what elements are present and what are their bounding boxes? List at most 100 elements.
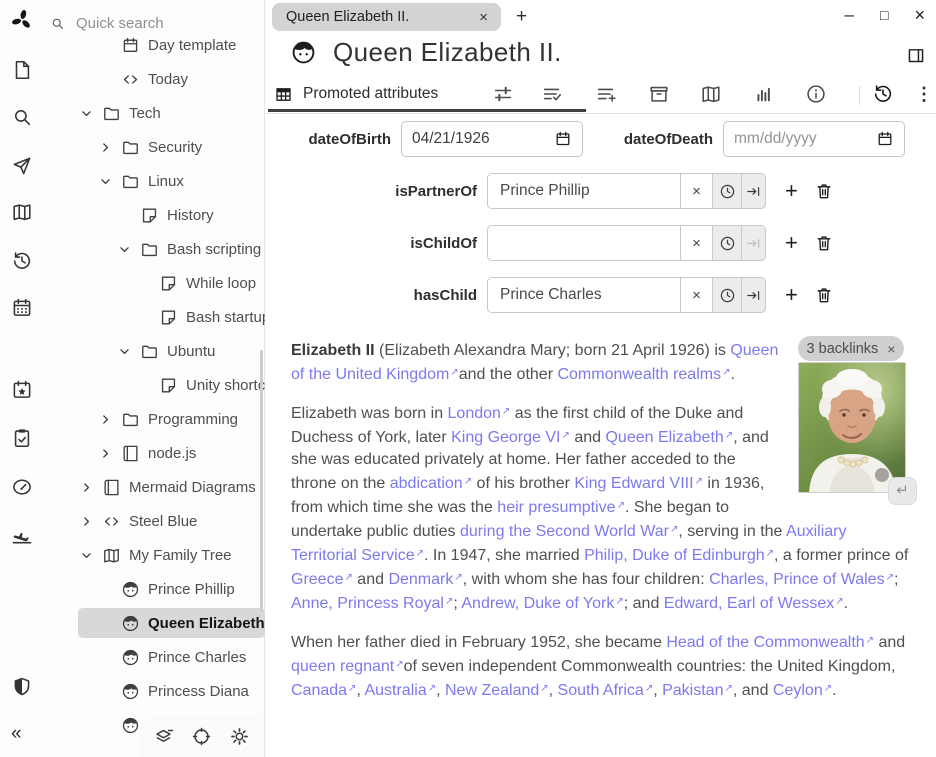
note-map-icon[interactable]	[11, 201, 33, 223]
note-link[interactable]: Andrew, Duke of York↗	[461, 595, 623, 612]
note-link[interactable]: King Edward VIII↗	[574, 475, 703, 492]
recent-notes-button[interactable]	[713, 277, 742, 313]
add-attribute-button[interactable]: +	[785, 285, 798, 305]
tree-item-mermaid-diagrams[interactable]: Mermaid Diagrams	[44, 470, 265, 504]
target-crosshair-icon[interactable]	[191, 726, 212, 747]
tree-item-princess-diana[interactable]: Princess Diana	[44, 674, 265, 708]
enter-button[interactable]: ↵	[888, 477, 917, 505]
clear-relation-button[interactable]: ×	[681, 277, 713, 313]
bookmarked-calendar-icon[interactable]	[11, 379, 33, 401]
note-link[interactable]: Canada↗	[291, 682, 356, 699]
tree-item-queen-elizabeth-ii[interactable]: Queen Elizabeth II.	[44, 606, 265, 640]
go-to-note-button[interactable]	[742, 277, 766, 313]
chevron-down-icon[interactable]	[98, 174, 121, 189]
owned-attributes-list-check-icon[interactable]	[541, 83, 563, 105]
note-link[interactable]: Charles, Prince of Wales↗	[709, 571, 894, 588]
more-menu-icon[interactable]: ⋮	[915, 83, 933, 105]
chevron-down-icon[interactable]	[117, 242, 140, 257]
tree-item-while-loop[interactable]: While loop	[44, 266, 265, 300]
chevron-right-icon[interactable]	[98, 446, 121, 461]
tab-queen-elizabeth[interactable]: Queen Elizabeth II. ×	[272, 3, 501, 31]
delete-attribute-button[interactable]	[814, 285, 834, 305]
note-link[interactable]: Head of the Commonwealth↗	[666, 634, 874, 651]
note-text[interactable]: 3 backlinks × ↵ Elizabeth II (Elizabeth …	[266, 322, 936, 757]
jump-to-icon[interactable]	[11, 155, 33, 177]
protected-session-icon[interactable]	[11, 676, 33, 698]
relation-target-input[interactable]: Prince Phillip	[487, 173, 681, 209]
window-minimize-button[interactable]: –	[845, 5, 854, 25]
note-link[interactable]: Denmark↗	[388, 571, 462, 588]
note-revisions-history-icon[interactable]	[872, 83, 894, 105]
tree-item-ubuntu[interactable]: Ubuntu	[44, 334, 265, 368]
note-link[interactable]: Queen Elizabeth↗	[605, 429, 733, 446]
calendar-icon[interactable]	[11, 297, 33, 319]
chevron-right-icon[interactable]	[98, 140, 121, 155]
date-of-death-input[interactable]: mm/dd/yyyy	[723, 121, 905, 157]
tree-item-unity-shortcuts[interactable]: Unity shortcuts	[44, 368, 265, 402]
note-link[interactable]: King George VI↗	[451, 429, 570, 446]
note-map-icon[interactable]	[700, 83, 722, 105]
tree-item-bash-startup[interactable]: Bash startup	[44, 300, 265, 334]
window-maximize-button[interactable]: □	[880, 5, 888, 25]
chevron-right-icon[interactable]	[79, 514, 102, 529]
window-close-button[interactable]: ×	[914, 5, 925, 25]
delete-attribute-button[interactable]	[814, 233, 834, 253]
dashboard-icon[interactable]	[11, 476, 33, 498]
search-icon[interactable]	[11, 106, 33, 128]
chevron-right-icon[interactable]	[79, 480, 102, 495]
calendar-icon[interactable]	[554, 130, 572, 148]
note-link[interactable]: queen regnant↗	[291, 658, 404, 675]
delete-attribute-button[interactable]	[814, 181, 834, 201]
layers-minus-icon[interactable]	[153, 726, 174, 747]
collapse-tree-icon[interactable]: «	[11, 724, 33, 746]
basic-properties-sliders-icon[interactable]	[492, 83, 514, 105]
clear-relation-button[interactable]: ×	[681, 225, 713, 261]
tree-item-steel-blue[interactable]: Steel Blue	[44, 504, 265, 538]
tree-scrollbar[interactable]	[260, 350, 263, 612]
clear-relation-button[interactable]: ×	[681, 173, 713, 209]
note-link[interactable]: Pakistan↗	[662, 682, 733, 699]
tree-item-tech[interactable]: Tech	[44, 96, 265, 130]
travel-plane-icon[interactable]	[11, 524, 33, 546]
tree-item-node-js[interactable]: node.js	[44, 436, 265, 470]
new-note-icon[interactable]	[11, 59, 33, 81]
backlinks-badge[interactable]: 3 backlinks ×	[798, 336, 904, 361]
go-to-note-button[interactable]	[742, 173, 766, 209]
settings-gear-icon[interactable]	[229, 726, 250, 747]
note-link[interactable]: South Africa↗	[558, 682, 654, 699]
backlinks-close-icon[interactable]: ×	[887, 338, 895, 360]
tab-promoted-attributes[interactable]: Promoted attributes	[268, 79, 586, 112]
tab-close-icon[interactable]: ×	[477, 9, 490, 26]
note-link[interactable]: Edward, Earl of Wessex↗	[664, 595, 844, 612]
split-view-icon[interactable]	[905, 45, 927, 66]
recent-changes-icon[interactable]	[11, 250, 33, 272]
tree-item-security[interactable]: Security	[44, 130, 265, 164]
note-size-chart-icon[interactable]	[752, 83, 774, 105]
note-link[interactable]: Greece↗	[291, 571, 353, 588]
add-attribute-button[interactable]: +	[785, 233, 798, 253]
note-link[interactable]: Commonwealth realms↗	[557, 366, 730, 383]
relation-target-input[interactable]	[487, 225, 681, 261]
tree-item-programming[interactable]: Programming	[44, 402, 265, 436]
inherited-attributes-list-plus-icon[interactable]	[595, 83, 617, 105]
note-link[interactable]: Philip, Duke of Edinburgh↗	[584, 547, 774, 564]
chevron-down-icon[interactable]	[117, 344, 140, 359]
chevron-down-icon[interactable]	[79, 548, 102, 563]
calendar-icon[interactable]	[876, 130, 894, 148]
tree-item-bash-scripting[interactable]: Bash scripting	[44, 232, 265, 266]
note-link[interactable]: Australia↗	[364, 682, 436, 699]
note-link[interactable]: Ceylon↗	[773, 682, 832, 699]
recent-notes-button[interactable]	[713, 173, 742, 209]
task-list-icon[interactable]	[11, 427, 33, 449]
note-link[interactable]: during the Second World War↗	[460, 523, 678, 540]
tree-item-prince-charles[interactable]: Prince Charles	[44, 640, 265, 674]
tree-item-linux[interactable]: Linux	[44, 164, 265, 198]
tree-item-today[interactable]: Today	[44, 62, 265, 96]
note-link[interactable]: abdication↗	[390, 475, 472, 492]
note-info-archive-icon[interactable]	[648, 83, 670, 105]
add-attribute-button[interactable]: +	[785, 181, 798, 201]
new-tab-button[interactable]: +	[516, 6, 527, 28]
tree-item-history[interactable]: History	[44, 198, 265, 232]
date-of-birth-input[interactable]: 04/21/1926	[401, 121, 583, 157]
tree-item-prince-phillip[interactable]: Prince Phillip	[44, 572, 265, 606]
